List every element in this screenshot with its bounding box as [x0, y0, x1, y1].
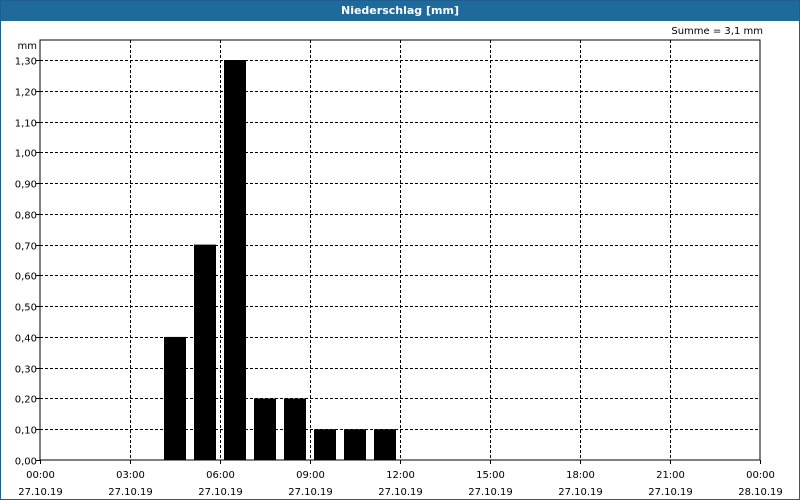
- x-tick-date-label: 27.10.19: [378, 487, 423, 498]
- x-tick-date-label: 27.10.19: [648, 487, 693, 498]
- precipitation-bar: [224, 60, 246, 460]
- y-tick-label: 0,90: [15, 180, 37, 191]
- y-tick-label: 0,30: [15, 365, 37, 376]
- y-tick-label: 0,10: [15, 426, 37, 437]
- x-tick-date-label: 27.10.19: [198, 487, 243, 498]
- y-tick-label: 0,80: [15, 211, 37, 222]
- y-tick-label: 0,20: [15, 395, 37, 406]
- precipitation-bar: [254, 398, 276, 460]
- precipitation-chart: 0,00 0,10 0,20 0,30 0,40 0,50 0,60 0,70 0,80 0,90…: [15, 39, 783, 498]
- y-tick-label: 0,60: [15, 272, 37, 283]
- x-tick-time-label: 12:00: [386, 470, 415, 481]
- precipitation-bar: [284, 398, 306, 460]
- x-tick-date-label: 28.10.19: [738, 487, 783, 498]
- x-tick-time-label: 06:00: [206, 470, 235, 481]
- y-tick-label: 1,30: [15, 57, 37, 68]
- x-tick-time-label: 00:00: [746, 470, 775, 481]
- x-tick-time-label: 09:00: [296, 470, 325, 481]
- x-tick-time-label: 15:00: [476, 470, 505, 481]
- y-axis-label: mm: [18, 41, 37, 52]
- x-tick-date-label: 27.10.19: [558, 487, 603, 498]
- x-tick-date-label: 27.10.19: [288, 487, 333, 498]
- y-tick-label: 0,50: [15, 303, 37, 314]
- precipitation-bar: [344, 429, 366, 460]
- precipitation-bar: [194, 244, 216, 460]
- precipitation-bar: [164, 336, 186, 460]
- y-tick-label: 1,10: [15, 119, 37, 130]
- x-tick-time-label: 21:00: [656, 470, 685, 481]
- x-tick-time-label: 03:00: [116, 470, 145, 481]
- precipitation-bar: [374, 429, 396, 460]
- y-tick-label: 0,00: [15, 457, 37, 468]
- y-tick-label: 0,70: [15, 242, 37, 253]
- precipitation-bar: [314, 429, 336, 460]
- y-tick-label: 0,40: [15, 334, 37, 345]
- y-tick-label: 1,00: [15, 149, 37, 160]
- x-tick-time-label: 00:00: [26, 470, 55, 481]
- x-tick-date-label: 27.10.19: [468, 487, 513, 498]
- x-tick-date-label: 27.10.19: [18, 487, 63, 498]
- x-tick-time-label: 18:00: [566, 470, 595, 481]
- y-tick-label: 1,20: [15, 88, 37, 99]
- x-tick-date-label: 27.10.19: [108, 487, 153, 498]
